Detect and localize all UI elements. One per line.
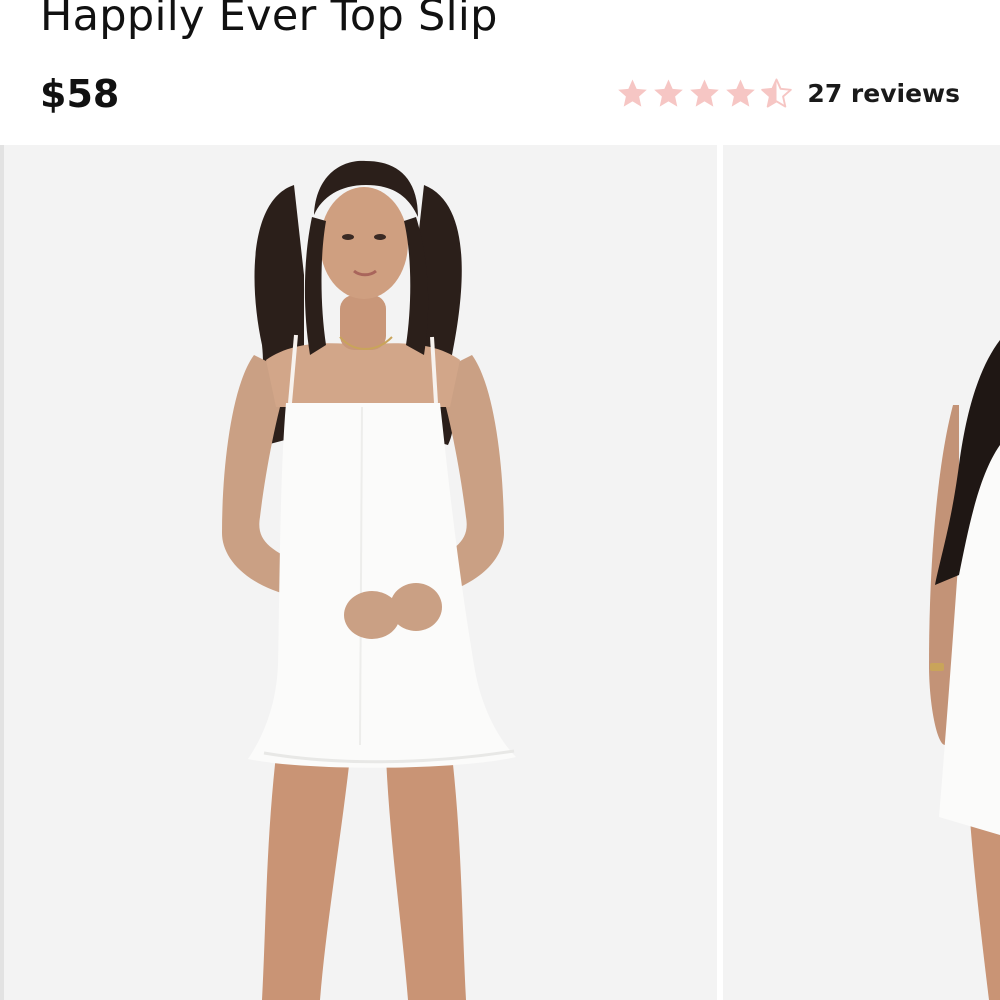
half-star-icon	[761, 78, 793, 108]
reviews-link[interactable]: 27 reviews	[807, 79, 960, 108]
star-icon	[690, 78, 720, 107]
product-rating[interactable]: 27 reviews	[616, 76, 960, 110]
product-image-side[interactable]	[723, 145, 1000, 1000]
product-header: Happily Ever Top Slip $58 27 reviews	[0, 0, 1000, 145]
star-icon	[618, 78, 648, 107]
model-front-photo-icon	[4, 145, 717, 1000]
product-image-gallery[interactable]	[4, 145, 1000, 1000]
star-rating	[616, 77, 793, 110]
product-price: $58	[40, 72, 120, 116]
star-icon	[654, 78, 684, 107]
product-image-front[interactable]	[4, 145, 717, 1000]
star-icon	[726, 78, 756, 107]
product-title: Happily Ever Top Slip	[40, 0, 498, 41]
model-side-photo-icon	[723, 145, 1000, 1000]
